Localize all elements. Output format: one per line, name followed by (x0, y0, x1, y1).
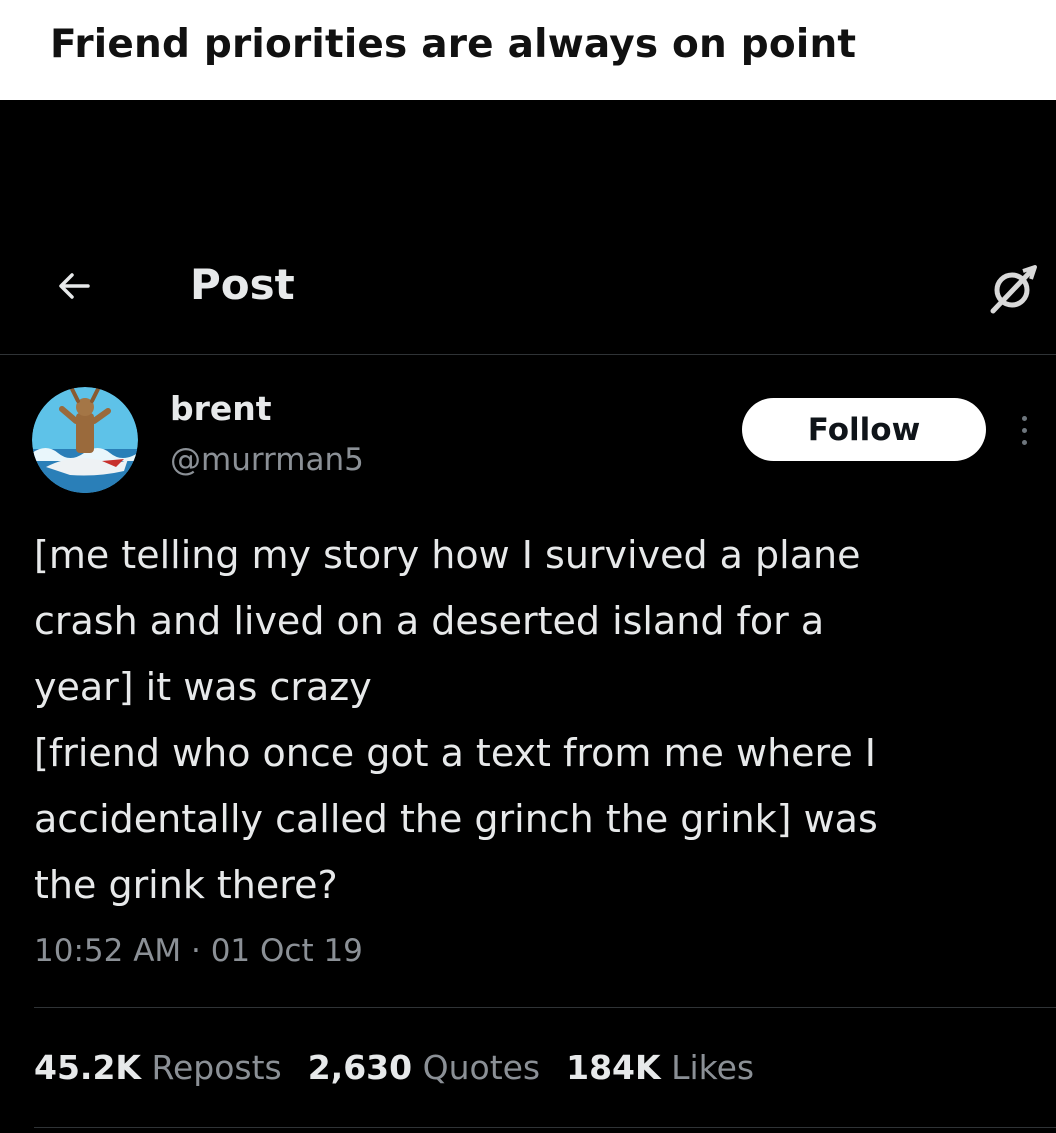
stats-divider (34, 1007, 1056, 1008)
more-dot (1021, 427, 1027, 433)
engagement-stats: 45.2K Reposts 2,630 Quotes 184K Likes (34, 1048, 780, 1087)
tweet-line: accidentally called the grinch the grink… (34, 797, 878, 841)
author-display-name[interactable]: brent (170, 389, 272, 428)
tweet-line: [me telling my story how I survived a pl… (34, 533, 861, 577)
post-screenshot: Post brent @murrman5 Follow [me telling … (0, 100, 1056, 1133)
header-divider (0, 354, 1056, 355)
follow-button[interactable]: Follow (742, 398, 986, 461)
tweet-line: crash and lived on a deserted island for… (34, 599, 825, 643)
author-handle[interactable]: @murrman5 (170, 442, 364, 478)
stats-divider (34, 1127, 1056, 1128)
quotes-stat[interactable]: 2,630 Quotes (308, 1048, 540, 1087)
meme-caption: Friend priorities are always on point (50, 22, 857, 67)
post-timestamp[interactable]: 10:52 AM · 01 Oct 19 (34, 933, 363, 969)
back-button[interactable] (48, 260, 100, 312)
page-title: Post (190, 260, 295, 309)
grok-icon[interactable] (982, 260, 1042, 320)
likes-label: Likes (671, 1048, 755, 1087)
quotes-label: Quotes (422, 1048, 541, 1087)
tweet-line: year] it was crazy (34, 665, 372, 709)
reposts-count: 45.2K (34, 1048, 141, 1087)
quotes-count: 2,630 (307, 1048, 413, 1087)
more-dot (1021, 415, 1027, 421)
avatar[interactable] (32, 387, 138, 493)
tweet-text: [me telling my story how I survived a pl… (34, 522, 1044, 918)
meme-caption-bar: Friend priorities are always on point (0, 0, 1056, 100)
more-dot (1021, 439, 1027, 445)
reposts-label: Reposts (151, 1048, 282, 1087)
tweet-line: [friend who once got a text from me wher… (34, 731, 876, 775)
likes-count: 184K (566, 1048, 661, 1087)
more-options-icon[interactable] (1012, 405, 1036, 455)
likes-stat[interactable]: 184K Likes (566, 1048, 754, 1087)
reposts-stat[interactable]: 45.2K Reposts (34, 1048, 282, 1087)
arrow-left-icon (59, 273, 90, 299)
tweet-line: the grink there? (34, 863, 338, 907)
